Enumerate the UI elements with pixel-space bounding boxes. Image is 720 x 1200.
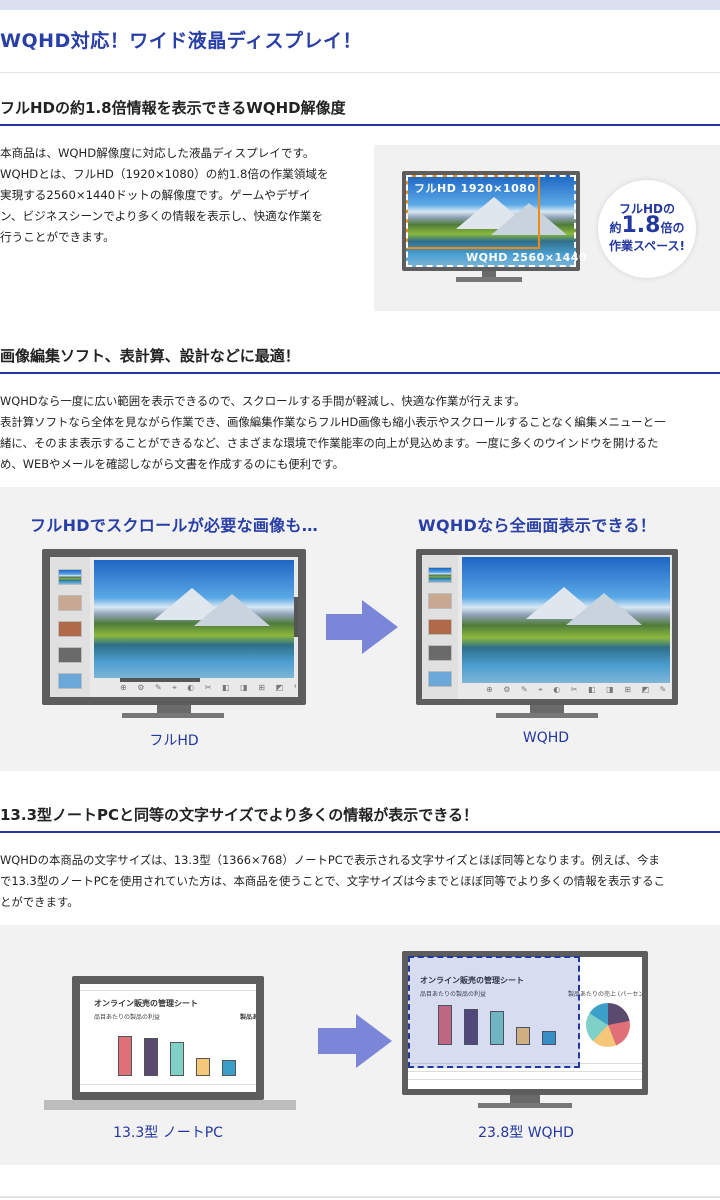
chart-bar bbox=[170, 1042, 184, 1076]
thumbnail bbox=[428, 619, 452, 635]
chart-bar bbox=[118, 1036, 132, 1076]
wqhd-sheet-caption: 23.8型 WQHD bbox=[478, 1125, 574, 1141]
arrow-right-icon bbox=[362, 600, 398, 654]
image-editor-window: ⊕ ⚙ ✎ ⌖ ◐ ✂ ◧ ◨ ⊞ ◩ ✎ ⊙ ◪ ⚙ bbox=[50, 557, 298, 697]
edited-image bbox=[462, 557, 670, 683]
image-editor-window: ⊕ ⚙ ✎ ⌖ ◐ ✂ ◧ ◨ ⊞ ◩ ✎ ⊙ ◪ ⚙ bbox=[422, 555, 672, 699]
arrow-shaft bbox=[318, 1028, 356, 1054]
section1-line: WQHDとは、フルHD（1920×1080）の約1.8倍の作業領域を bbox=[0, 167, 329, 181]
spreadsheet-small: オンライン販売の管理シート 品目あたりの製品の利益 製品あ bbox=[80, 984, 256, 1092]
section2-line: め、WEBやメールを確認しながら文書を作成するのにも便利です。 bbox=[0, 457, 345, 471]
arrow-shaft bbox=[326, 614, 362, 640]
sheet-title: オンライン販売の管理シート bbox=[94, 999, 198, 1008]
thumbnail bbox=[58, 673, 82, 689]
gridline bbox=[80, 990, 256, 991]
monitor-stand-base bbox=[478, 1103, 572, 1108]
chart-bar bbox=[222, 1060, 236, 1076]
badge-prefix: 約 bbox=[609, 221, 622, 235]
pie-chart bbox=[586, 1003, 630, 1047]
page-title: WQHD対応！ワイド液晶ディスプレイ！ bbox=[0, 30, 362, 52]
section3-heading: 13.3型ノートPCと同等の文字サイズでより多くの情報が表示できる！ bbox=[0, 806, 478, 824]
thumbnail bbox=[428, 671, 452, 687]
section2-divider bbox=[0, 372, 720, 374]
thumbnail-column bbox=[50, 557, 90, 697]
gridline bbox=[80, 1084, 256, 1085]
wqhd-compare-heading: WQHDなら全画面表示できる！ bbox=[418, 516, 657, 535]
monitor-stand-base bbox=[456, 277, 522, 282]
thumbnail bbox=[428, 645, 452, 661]
laptop-equivalent-area bbox=[408, 956, 580, 1068]
section2-line: WQHDなら一度に広い範囲を表示できるので、スクロールする手間が軽減し、快適な作… bbox=[0, 394, 526, 408]
chart-bar bbox=[196, 1058, 210, 1076]
thumbnail-column bbox=[422, 555, 458, 699]
editor-toolbar[interactable]: ⊕ ⚙ ✎ ⌖ ◐ ✂ ◧ ◨ ⊞ ◩ ✎ ⊙ ◪ ⚙ bbox=[486, 685, 670, 697]
section3-line: で13.3型のノートPCを使用されていた方は、本商品を使うことで、文字サイズは今… bbox=[0, 874, 665, 888]
section1-line: 実現する2560×1440ドットの解像度です。ゲームやデザイ bbox=[0, 188, 311, 202]
editor-toolbar[interactable]: ⊕ ⚙ ✎ ⌖ ◐ ✂ ◧ ◨ ⊞ ◩ ✎ ⊙ ◪ ⚙ bbox=[120, 683, 296, 695]
section3-divider bbox=[0, 831, 720, 833]
horizontal-scrollbar[interactable] bbox=[120, 678, 200, 682]
ratio-badge: フルHDの 約1.8倍の 作業スペース! bbox=[598, 180, 696, 278]
fullhd-caption: フルHD bbox=[149, 733, 199, 749]
mountain-shape bbox=[194, 594, 270, 626]
chart-bar bbox=[144, 1038, 158, 1076]
thumbnail bbox=[428, 593, 452, 609]
section3-line: とができます。 bbox=[0, 895, 79, 909]
section1-divider bbox=[0, 124, 720, 126]
badge-suffix: 倍の bbox=[660, 221, 685, 235]
section1-line: 行うことができます。 bbox=[0, 230, 115, 244]
laptop-caption: 13.3型 ノートPC bbox=[113, 1125, 223, 1141]
monitor-stand-neck bbox=[157, 705, 191, 713]
section1-line: 本商品は、WQHD解像度に対応した液晶ディスプレイです。 bbox=[0, 146, 315, 160]
fullhd-compare-heading: フルHDでスクロールが必要な画像も… bbox=[30, 516, 319, 535]
wqhd-monitor: ⊕ ⚙ ✎ ⌖ ◐ ✂ ◧ ◨ ⊞ ◩ ✎ ⊙ ◪ ⚙ bbox=[416, 549, 678, 705]
sheet-side-title: 製品あ bbox=[240, 1014, 256, 1021]
monitor-stand-neck bbox=[530, 705, 564, 713]
mountain-shape bbox=[566, 593, 642, 625]
section2-line: 表計算ソフトなら全体を見ながら作業でき、画像編集作業ならフルHD画像も縮小表示や… bbox=[0, 415, 666, 429]
thumbnail bbox=[58, 621, 82, 637]
arrow-right-icon bbox=[356, 1014, 392, 1068]
sheet-subtitle: 品目あたりの製品の利益 bbox=[94, 1014, 161, 1021]
thumbnail bbox=[428, 567, 452, 583]
section2-body: WQHDなら一度に広い範囲を表示できるので、スクロールする手間が軽減し、快適な作… bbox=[0, 391, 720, 475]
section2-heading: 画像編集ソフト、表計算、設計などに最適！ bbox=[0, 347, 300, 365]
gridline bbox=[408, 1079, 642, 1080]
section3-line: WQHDの本商品の文字サイズは、13.3型（1366×768）ノートPCで表示さ… bbox=[0, 853, 660, 867]
thumbnail bbox=[58, 647, 82, 663]
wqhd-caption: WQHD bbox=[522, 730, 570, 746]
fullhd-monitor: ⊕ ⚙ ✎ ⌖ ◐ ✂ ◧ ◨ ⊞ ◩ ✎ ⊙ ◪ ⚙ bbox=[42, 549, 306, 705]
section1-body: 本商品は、WQHD解像度に対応した液晶ディスプレイです。 WQHDとは、フルHD… bbox=[0, 143, 350, 248]
laptop-screen: オンライン販売の管理シート 品目あたりの製品の利益 製品あ bbox=[72, 976, 264, 1100]
section1-heading: フルHDの約1.8倍情報を表示できるWQHD解像度 bbox=[0, 99, 346, 117]
laptop-base bbox=[44, 1100, 296, 1110]
monitor-stand-base bbox=[122, 713, 224, 718]
badge-line2: 約1.8倍の bbox=[598, 215, 696, 237]
badge-line3: 作業スペース! bbox=[608, 239, 686, 253]
thumbnail bbox=[58, 595, 82, 611]
badge-value: 1.8 bbox=[621, 213, 661, 238]
thumbnail bbox=[58, 569, 82, 585]
vertical-scrollbar[interactable] bbox=[294, 597, 298, 637]
title-divider bbox=[0, 72, 720, 73]
section3-body: WQHDの本商品の文字サイズは、13.3型（1366×768）ノートPCで表示さ… bbox=[0, 850, 720, 913]
wqhd-area-label: WQHD 2560×1440 bbox=[466, 251, 588, 264]
monitor-stand-base bbox=[496, 713, 598, 718]
section1-line: ン、ビジネスシーンでより多くの情報を表示し、快適な作業を bbox=[0, 209, 324, 223]
section2-line: 緒に、そのまま表示することができるなど、さまざまな環境で作業能率の向上が見込めま… bbox=[0, 436, 659, 450]
bottom-divider bbox=[0, 1196, 720, 1198]
gridline bbox=[408, 1071, 642, 1072]
edited-image bbox=[94, 560, 294, 678]
top-bar bbox=[0, 0, 720, 10]
monitor-stand-neck bbox=[510, 1095, 540, 1103]
